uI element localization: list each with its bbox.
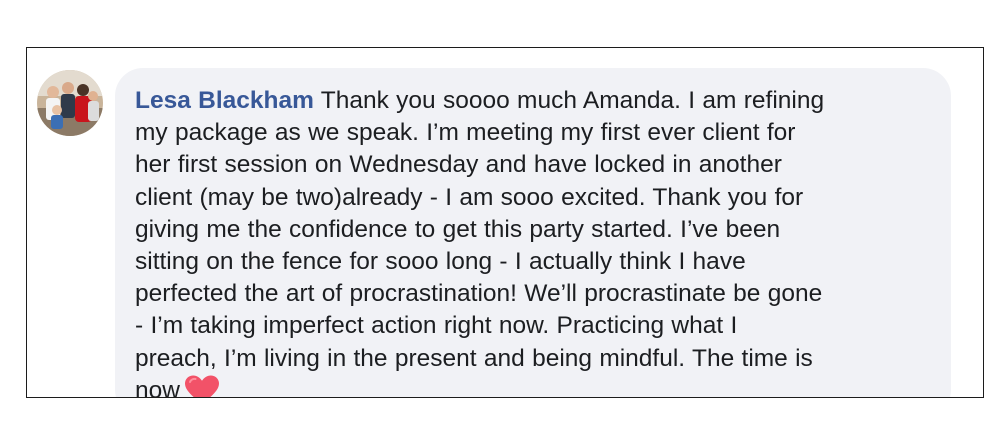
heart-emoji-icon <box>184 375 220 397</box>
comment-text-line: her first session on Wednesday and have … <box>135 151 782 179</box>
comment-text-line: my package as we speak. I’m meeting my f… <box>135 119 796 147</box>
comment-card: Lesa Blackham Thank you soooo much Amand… <box>26 47 984 398</box>
comment-text-line: Thank you soooo much Amanda. I am refini… <box>320 87 825 114</box>
comment-text-line: perfected the art of procrastination! We… <box>135 280 823 308</box>
comment-text-line: client (may be two)already - I am sooo e… <box>135 183 804 211</box>
comment-text-line: preach, I’m living in the present and be… <box>135 344 813 372</box>
comment-text-line: - I’m taking imperfect action right now.… <box>135 312 738 340</box>
comment-bubble: Lesa Blackham Thank you soooo much Amand… <box>115 68 951 398</box>
comment-text-line: giving me the confidence to get this par… <box>135 215 781 243</box>
comment-text-line: now <box>135 376 180 398</box>
comment-text-line: sitting on the fence for sooo long - I a… <box>135 248 746 276</box>
profile-photo <box>37 70 103 136</box>
avatar[interactable] <box>37 70 103 136</box>
comment-body: Lesa Blackham Thank you soooo much Amand… <box>135 85 931 398</box>
author-name-link[interactable]: Lesa Blackham <box>135 87 314 114</box>
